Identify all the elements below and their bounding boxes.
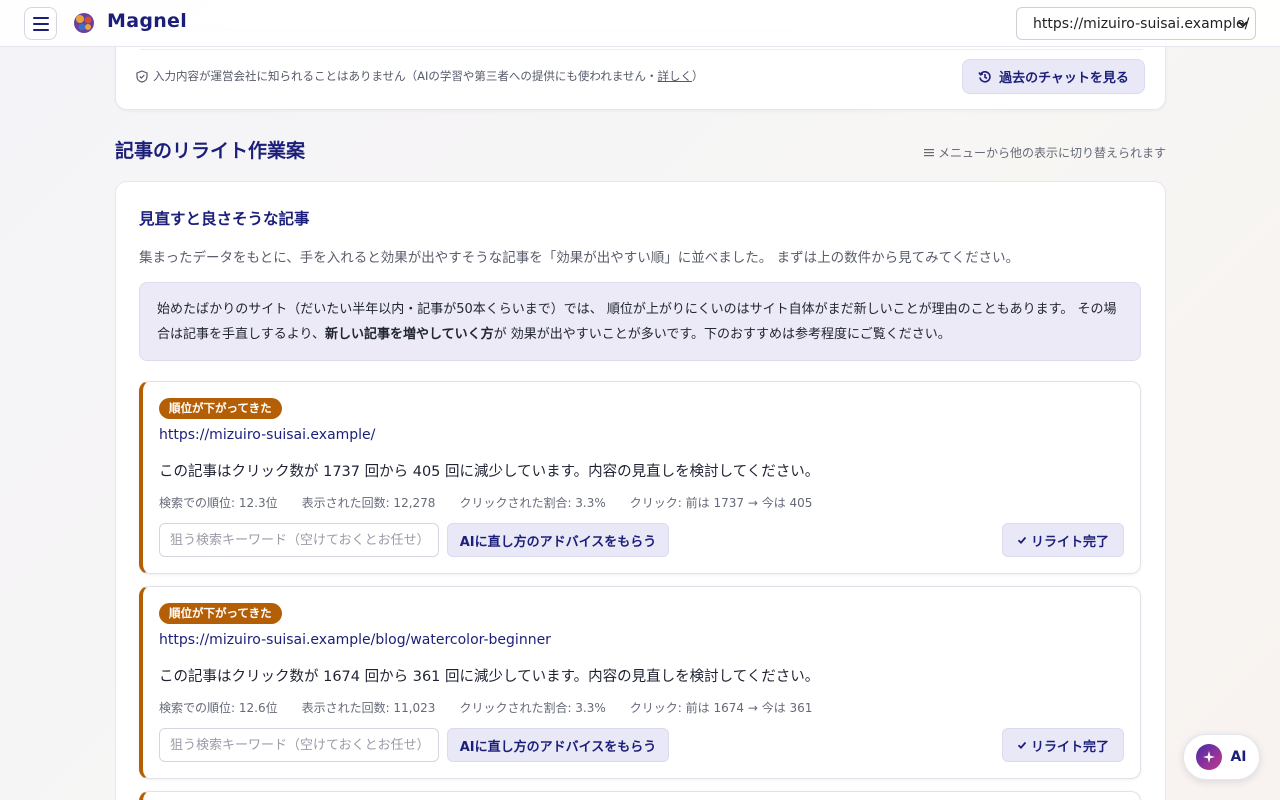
new-site-notice: 始めたばかりのサイト（だいたい半年以内・記事が50本くらいまで）では、 順位が上… [139, 282, 1141, 361]
rewrite-done-label: リライト完了 [1030, 739, 1109, 755]
stat-impressions: 表示された回数: 12,278 [301, 496, 436, 510]
rewrite-done-button[interactable]: リライト完了 [1002, 523, 1124, 557]
history-icon [978, 70, 991, 83]
privacy-text: 入力内容が運営会社に知られることはありません（AIの学習や第三者への提供にも使わ… [153, 69, 658, 83]
ai-advice-button[interactable]: AIに直し方のアドバイスをもらう [447, 523, 669, 557]
check-icon [1017, 741, 1027, 750]
chat-history-label: 過去のチャットを見る [999, 71, 1129, 86]
rewrite-done-button[interactable]: リライト完了 [1002, 728, 1124, 762]
rewrite-done-label: リライト完了 [1030, 534, 1109, 550]
menu-button[interactable] [24, 7, 57, 40]
card-heading: 見直すと良さそうな記事 [139, 210, 310, 228]
keyword-input[interactable] [159, 728, 439, 762]
keyword-input[interactable] [159, 523, 439, 557]
input-bottom-edge [140, 49, 1143, 50]
chat-history-button[interactable]: 過去のチャットを見る [962, 59, 1145, 94]
article-item: 順位が下がってきた https://mizuiro-suisai.example… [139, 586, 1141, 779]
status-badge: 順位が下がってきた [159, 398, 282, 419]
privacy-details-link[interactable]: 詳しく [658, 69, 693, 83]
brand-logo-icon [74, 13, 94, 33]
stat-clicks: クリック: 前は 1737 → 今は 405 [629, 496, 813, 510]
article-message: この記事はクリック数が 1737 回から 405 回に減少しています。内容の見直… [159, 464, 820, 480]
card-description: 集まったデータをもとに、手を入れると効果が出やすそうな記事を「効果が出やすい順」… [139, 250, 1020, 266]
hamburger-icon [32, 16, 49, 31]
article-url[interactable]: https://mizuiro-suisai.example/ [159, 427, 375, 443]
article-message: この記事はクリック数が 1674 回から 361 回に減少しています。内容の見直… [159, 669, 820, 685]
check-icon [1017, 536, 1027, 545]
stat-rank: 検索での順位: 12.3位 [159, 496, 278, 510]
ai-assistant-label: AI [1230, 749, 1247, 765]
brand-name: Magnel [107, 10, 188, 32]
top-bar: Magnel https://mizuiro-suisai.example/ [0, 0, 1280, 47]
privacy-text-close: ） [692, 69, 704, 83]
article-url[interactable]: https://mizuiro-suisai.example/blog/wate… [159, 632, 551, 648]
privacy-note: 入力内容が運営会社に知られることはありません（AIの学習や第三者への提供にも使わ… [136, 68, 704, 84]
shield-check-icon [136, 69, 148, 83]
list-icon [923, 149, 934, 157]
article-item [139, 791, 1141, 800]
menu-hint-text: メニューから他の表示に切り替えられます [937, 146, 1166, 160]
site-select[interactable]: https://mizuiro-suisai.example/ [1016, 7, 1256, 40]
article-stats: 検索での順位: 12.6位 表示された回数: 11,023 クリックされた割合:… [159, 699, 812, 716]
notice-text-2: が 効果が出やすいことが多いです。下のおすすめは参考程度にご覧ください。 [493, 327, 951, 342]
status-badge: 順位が下がってきた [159, 603, 282, 624]
ai-advice-button[interactable]: AIに直し方のアドバイスをもらう [447, 728, 669, 762]
stat-ctr: クリックされた割合: 3.3% [459, 496, 606, 510]
menu-hint: メニューから他の表示に切り替えられます [923, 144, 1166, 161]
stat-clicks: クリック: 前は 1674 → 今は 361 [629, 701, 813, 715]
section-title: 記事のリライト作業案 [115, 140, 306, 162]
article-item: 順位が下がってきた https://mizuiro-suisai.example… [139, 381, 1141, 574]
article-stats: 検索での順位: 12.3位 表示された回数: 12,278 クリックされた割合:… [159, 494, 812, 511]
stat-rank: 検索での順位: 12.6位 [159, 701, 278, 715]
stat-impressions: 表示された回数: 11,023 [301, 701, 436, 715]
sparkle-icon [1196, 744, 1223, 770]
notice-bold: 新しい記事を増やしていく方 [324, 327, 494, 342]
stat-ctr: クリックされた割合: 3.3% [459, 701, 606, 715]
site-select-value: https://mizuiro-suisai.example/ [1033, 15, 1250, 32]
ai-assistant-button[interactable]: AI [1183, 734, 1260, 780]
chevron-down-icon [1238, 21, 1248, 28]
